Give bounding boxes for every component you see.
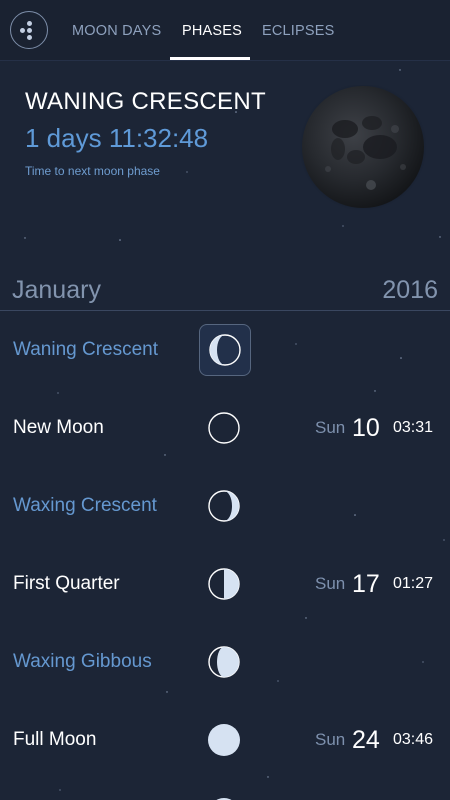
phase-day: 24 — [352, 726, 380, 754]
phase-weekday: Sun — [315, 574, 346, 593]
phase-day: 10 — [352, 414, 380, 442]
menu-dot — [20, 28, 25, 33]
menu-dot — [27, 28, 32, 33]
first-quarter-icon — [207, 567, 241, 601]
menu-button[interactable] — [10, 11, 48, 49]
phase-row-waning-crescent[interactable]: Waning Crescent — [0, 311, 450, 389]
phase-countdown: 1 days 11:32:48 — [25, 123, 209, 153]
phase-time: 03:31 — [393, 419, 434, 436]
current-phase-title: WANING CRESCENT — [25, 88, 266, 115]
new-moon-icon — [207, 411, 241, 445]
menu-dots-icon — [27, 21, 32, 26]
phase-name: Waxing Crescent — [13, 495, 157, 516]
phase-weekday: Sun — [315, 730, 346, 749]
phase-name: Waning Crescent — [13, 339, 159, 360]
phase-row-new-moon[interactable]: New Moon Sun 10 03:31 — [0, 389, 450, 467]
phase-day: 17 — [352, 570, 380, 598]
menu-dot — [27, 35, 32, 40]
countdown-label: Time to next moon phase — [25, 164, 160, 178]
year-label: 2016 — [382, 276, 438, 304]
phase-row-first-quarter[interactable]: First Quarter Sun 17 01:27 — [0, 545, 450, 623]
phase-row-full-moon[interactable]: Full Moon Sun 24 03:46 — [0, 701, 450, 779]
waxing-crescent-icon — [207, 489, 241, 523]
phase-name: Full Moon — [13, 729, 97, 750]
phase-name: New Moon — [13, 417, 104, 438]
moon-image — [298, 83, 428, 215]
phase-row-waxing-crescent[interactable]: Waxing Crescent — [0, 467, 450, 545]
top-navigation-bar: MOON DAYS PHASES ECLIPSES — [0, 0, 450, 61]
phase-name: First Quarter — [13, 573, 120, 594]
phase-row-waxing-gibbous[interactable]: Waxing Gibbous — [0, 623, 450, 701]
tab-phases[interactable]: PHASES — [182, 0, 242, 60]
next-phase-icon-partial — [207, 796, 241, 800]
tab-moon-days[interactable]: MOON DAYS — [72, 0, 161, 60]
active-tab-indicator — [170, 57, 250, 60]
phase-name: Waxing Gibbous — [13, 651, 152, 672]
month-label: January — [12, 276, 101, 304]
phase-time: 03:46 — [393, 731, 434, 748]
phase-weekday: Sun — [315, 418, 346, 437]
phase-time: 01:27 — [393, 575, 434, 592]
waning-crescent-icon — [199, 324, 251, 376]
waxing-gibbous-icon — [207, 645, 241, 679]
tab-eclipses[interactable]: ECLIPSES — [262, 0, 335, 60]
full-moon-icon — [207, 723, 241, 757]
